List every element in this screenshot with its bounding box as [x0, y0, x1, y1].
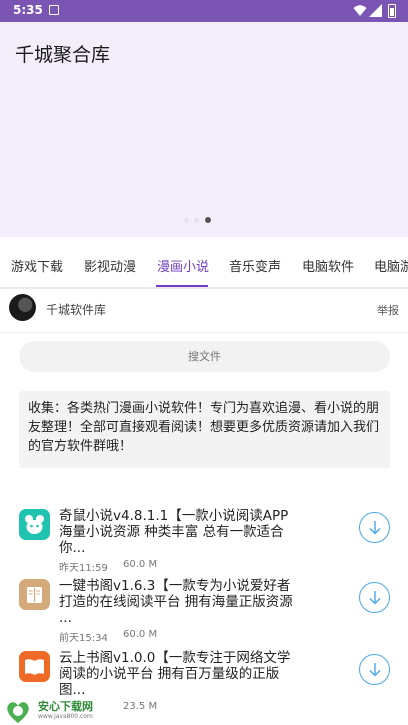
tab-pc-software[interactable]: 电脑软件: [302, 256, 354, 275]
description-box: 收集：各类热门漫画小说软件！专门为喜欢追漫、看小说的朋友整理！全部可直接观看阅读…: [19, 391, 390, 468]
download-icon: [369, 591, 381, 605]
status-bar: 5:35: [0, 0, 408, 22]
list-item[interactable]: 一键书阁v1.6.3【一款专为小说爱好者打造的在线阅读平台 拥有海量正版资源 .…: [0, 578, 408, 645]
author-avatar[interactable]: [9, 294, 36, 321]
item-date: 昨天11:59: [59, 563, 108, 574]
item-title: 一键书阁v1.6.3【一款专为小说爱好者打造的在线阅读平台 拥有海量正版资源 .…: [59, 578, 293, 626]
download-icon: [369, 521, 381, 535]
watermark-url: www.java800.com: [38, 713, 93, 720]
tab-pc-games[interactable]: 电脑游: [374, 256, 408, 275]
tabs-divider: [0, 287, 408, 289]
divider: [0, 332, 408, 333]
signal-icon: [369, 4, 382, 17]
tab-video-anime[interactable]: 影视动漫: [84, 256, 136, 275]
battery-icon: [388, 4, 396, 18]
watermark-name: 安心下载网: [38, 700, 93, 713]
tab-comics-novels[interactable]: 漫画小说: [157, 256, 209, 275]
tab-music-voice[interactable]: 音乐变声: [229, 256, 281, 275]
carousel-dot-active[interactable]: [205, 217, 211, 223]
item-date: 前天15:34: [59, 633, 108, 644]
download-button[interactable]: [359, 512, 390, 543]
report-button[interactable]: 举报: [377, 302, 399, 318]
wifi-icon: [353, 5, 367, 16]
list-item[interactable]: 奇鼠小说v4.8.1.1【一款小说阅读APP 海量小说资源 种类丰富 总有一款适…: [0, 508, 408, 575]
status-time: 5:35: [13, 3, 43, 17]
item-size: 60.0 M: [123, 629, 158, 640]
carousel-dot[interactable]: [194, 218, 199, 223]
item-size: 23.5 M: [123, 701, 158, 712]
item-title: 奇鼠小说v4.8.1.1【一款小说阅读APP 海量小说资源 种类丰富 总有一款适…: [59, 508, 289, 556]
watermark: 安心下载网 www.java800.com: [2, 697, 122, 725]
download-icon: [369, 663, 381, 677]
carousel-dot[interactable]: [184, 218, 189, 223]
author-name[interactable]: 千城软件库: [46, 301, 106, 318]
search-input[interactable]: [19, 341, 390, 372]
tab-games[interactable]: 游戏下载: [11, 256, 63, 275]
watermark-logo-icon: [7, 702, 29, 723]
book-app-icon: [19, 579, 50, 610]
category-tabs: 游戏下载 影视动漫 漫画小说 音乐变声 电脑软件 电脑游: [0, 252, 408, 286]
item-size: 60.0 M: [123, 559, 158, 570]
app-title: 千城聚合库: [15, 44, 111, 66]
header-banner: 千城聚合库: [0, 22, 408, 237]
mouse-app-icon: [19, 509, 50, 540]
item-title: 云上书阁v1.0.0【一款专注于网络文学阅读的小说平台 拥有百万量级的正版图..…: [59, 650, 291, 698]
open-book-app-icon: [19, 651, 50, 682]
notification-icon: [49, 5, 59, 15]
download-button[interactable]: [359, 654, 390, 685]
download-button[interactable]: [359, 582, 390, 613]
